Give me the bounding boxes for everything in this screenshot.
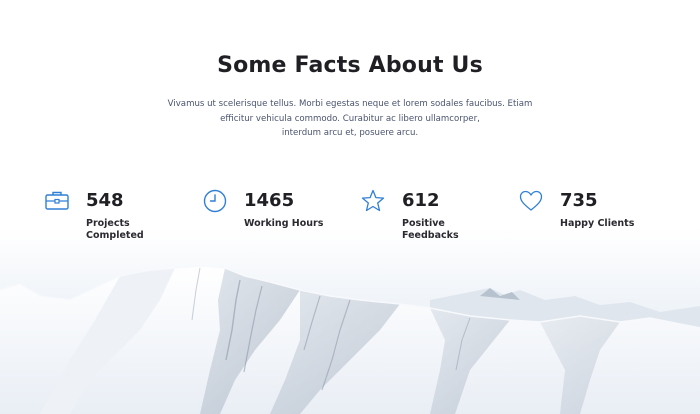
stat-label-line: Completed <box>86 230 144 241</box>
stat-value: 548 <box>86 190 124 211</box>
stat-label-line: Happy Clients <box>560 218 635 229</box>
stat-value: 612 <box>402 190 440 211</box>
stat-value: 735 <box>560 190 598 211</box>
description-line: Vivamus ut scelerisque tellus. Morbi ege… <box>167 99 533 109</box>
clock-icon <box>203 189 227 213</box>
stat-working-hours: 1465 Working Hours <box>202 188 352 248</box>
star-icon <box>361 189 385 212</box>
stat-label: Happy Clients <box>560 218 660 230</box>
section-description: Vivamus ut scelerisque tellus. Morbi ege… <box>160 97 540 141</box>
stat-label: Working Hours <box>244 218 344 230</box>
stat-label-line: Working Hours <box>244 218 324 229</box>
facts-section: Some Facts About Us Vivamus ut scelerisq… <box>0 0 700 414</box>
heart-icon <box>519 190 543 211</box>
description-line: efficitur vehicula commodo. Curabitur ac… <box>220 113 480 124</box>
description-line: interdum arcu et, posuere arcu. <box>281 128 419 138</box>
stat-positive-feedbacks: 612 Positive Feedbacks <box>360 188 510 248</box>
section-title: Some Facts About Us <box>217 53 483 78</box>
stat-label: Positive Feedbacks <box>402 218 502 242</box>
stat-label-line: Projects <box>86 218 130 229</box>
stat-label: Projects Completed <box>86 218 186 242</box>
stat-projects: 548 Projects Completed <box>44 188 194 248</box>
stat-happy-clients: 735 Happy Clients <box>518 188 668 248</box>
briefcase-icon <box>45 191 69 210</box>
stat-value: 1465 <box>244 190 295 211</box>
stat-label-line: Positive Feedbacks <box>402 218 459 241</box>
